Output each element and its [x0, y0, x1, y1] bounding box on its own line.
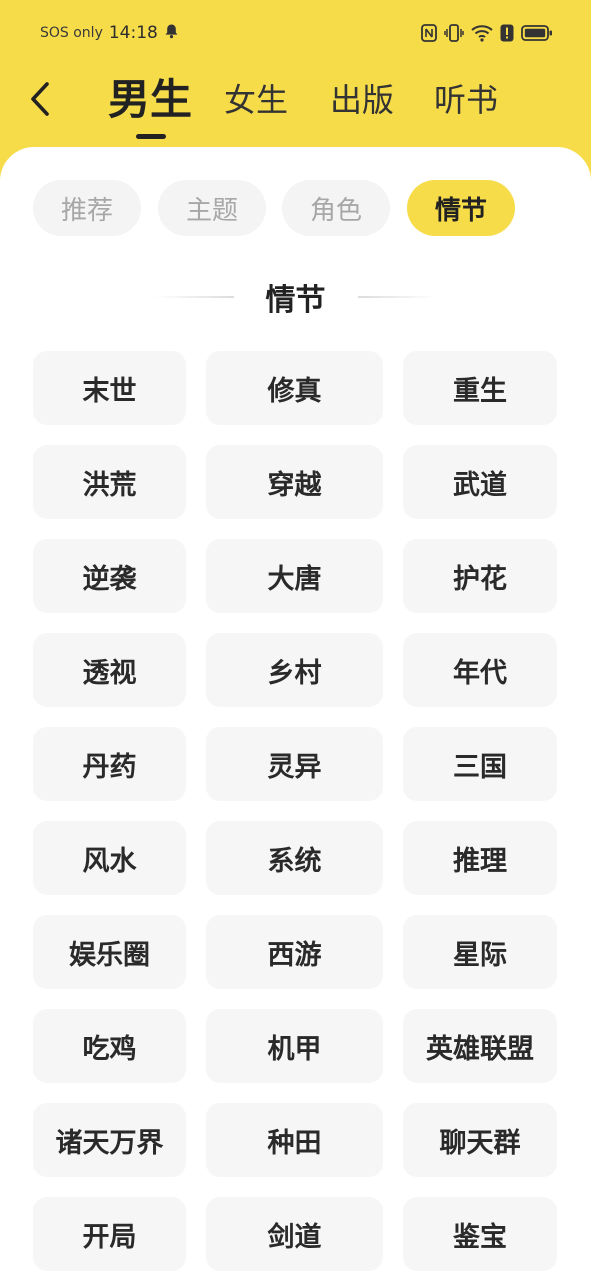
tag-button[interactable]: 乡村 — [206, 633, 383, 707]
battery-icon — [521, 24, 553, 42]
tag-button[interactable]: 大唐 — [206, 539, 383, 613]
tab-girls[interactable]: 女生 — [224, 78, 288, 122]
tab-boys[interactable]: 男生 — [108, 72, 192, 128]
active-tab-indicator — [136, 134, 166, 139]
tag-button[interactable]: 灵异 — [206, 727, 383, 801]
status-right — [421, 24, 553, 42]
tag-button[interactable]: 护花 — [403, 539, 557, 613]
tag-button[interactable]: 逆袭 — [33, 539, 186, 613]
section-title: 情节 — [265, 283, 326, 318]
tag-button[interactable]: 末世 — [33, 351, 186, 425]
tag-button[interactable]: 诸天万界 — [33, 1103, 186, 1177]
top-navigation: 男生 女生 出版 听书 — [0, 66, 591, 150]
tag-grid: 末世 修真 重生洪荒 穿越 武道逆袭 大唐 护花透视 乡村 年代丹药 灵异 三国风水 系统 推理娱乐圈西… — [33, 351, 558, 1271]
status-bar: SOS only 14:18 — [0, 0, 591, 66]
tag-button[interactable]: 西游 — [206, 915, 383, 989]
tag-button[interactable]: 丹药 — [33, 727, 186, 801]
bell-icon — [164, 23, 179, 43]
tag-button[interactable]: 机甲 — [206, 1009, 383, 1083]
tag-button[interactable]: 透视 — [33, 633, 186, 707]
divider-right — [357, 296, 438, 298]
tag-button[interactable]: 星际 — [403, 915, 557, 989]
chevron-left-icon — [29, 81, 51, 121]
tag-button[interactable]: 吃鸡 — [33, 1009, 186, 1083]
tag-button[interactable]: 洪荒 — [33, 445, 186, 519]
wifi-icon — [471, 24, 493, 42]
vibrate-icon — [444, 24, 464, 42]
tag-button[interactable]: 武道 — [403, 445, 557, 519]
chip-recommended[interactable]: 推荐 — [33, 180, 141, 236]
tag-button[interactable]: 娱乐圈 — [33, 915, 186, 989]
tag-button[interactable]: 修真 — [206, 351, 383, 425]
status-left: SOS only 14:18 — [40, 23, 179, 43]
chip-theme[interactable]: 主题 — [158, 180, 266, 236]
tab-publishing[interactable]: 出版 — [330, 78, 394, 122]
tag-button[interactable]: 重生 — [403, 351, 557, 425]
tag-button[interactable]: 系统 — [206, 821, 383, 895]
nfc-icon — [421, 24, 437, 42]
carrier-label: SOS only — [40, 25, 103, 41]
tag-button[interactable]: 年代 — [403, 633, 557, 707]
tag-button[interactable]: 三国 — [403, 727, 557, 801]
tag-button[interactable]: 风水 — [33, 821, 186, 895]
tag-button[interactable]: 鉴宝 — [403, 1197, 557, 1271]
chip-character[interactable]: 角色 — [282, 180, 390, 236]
tag-button[interactable]: 穿越 — [206, 445, 383, 519]
back-button[interactable] — [22, 80, 58, 122]
tag-button[interactable]: 剑道 — [206, 1197, 383, 1271]
content-panel: 推荐 主题 角色 情节 情节 末世 修真 重生洪荒 穿越 武道逆袭 大唐 护花透视 乡村 年代丹… — [0, 147, 591, 1280]
tab-audiobooks[interactable]: 听书 — [434, 78, 498, 122]
tag-button[interactable]: 种田 — [206, 1103, 383, 1177]
clock: 14:18 — [108, 23, 158, 43]
tag-button[interactable]: 开局 — [33, 1197, 186, 1271]
tag-button[interactable]: 聊天群 — [403, 1103, 557, 1177]
divider-left — [153, 296, 234, 298]
tag-button[interactable]: 英雄联盟 — [403, 1009, 557, 1083]
section-header: 情节 — [0, 275, 591, 319]
chip-plot[interactable]: 情节 — [407, 180, 515, 236]
tag-button[interactable]: 推理 — [403, 821, 557, 895]
alert-icon — [500, 24, 514, 42]
